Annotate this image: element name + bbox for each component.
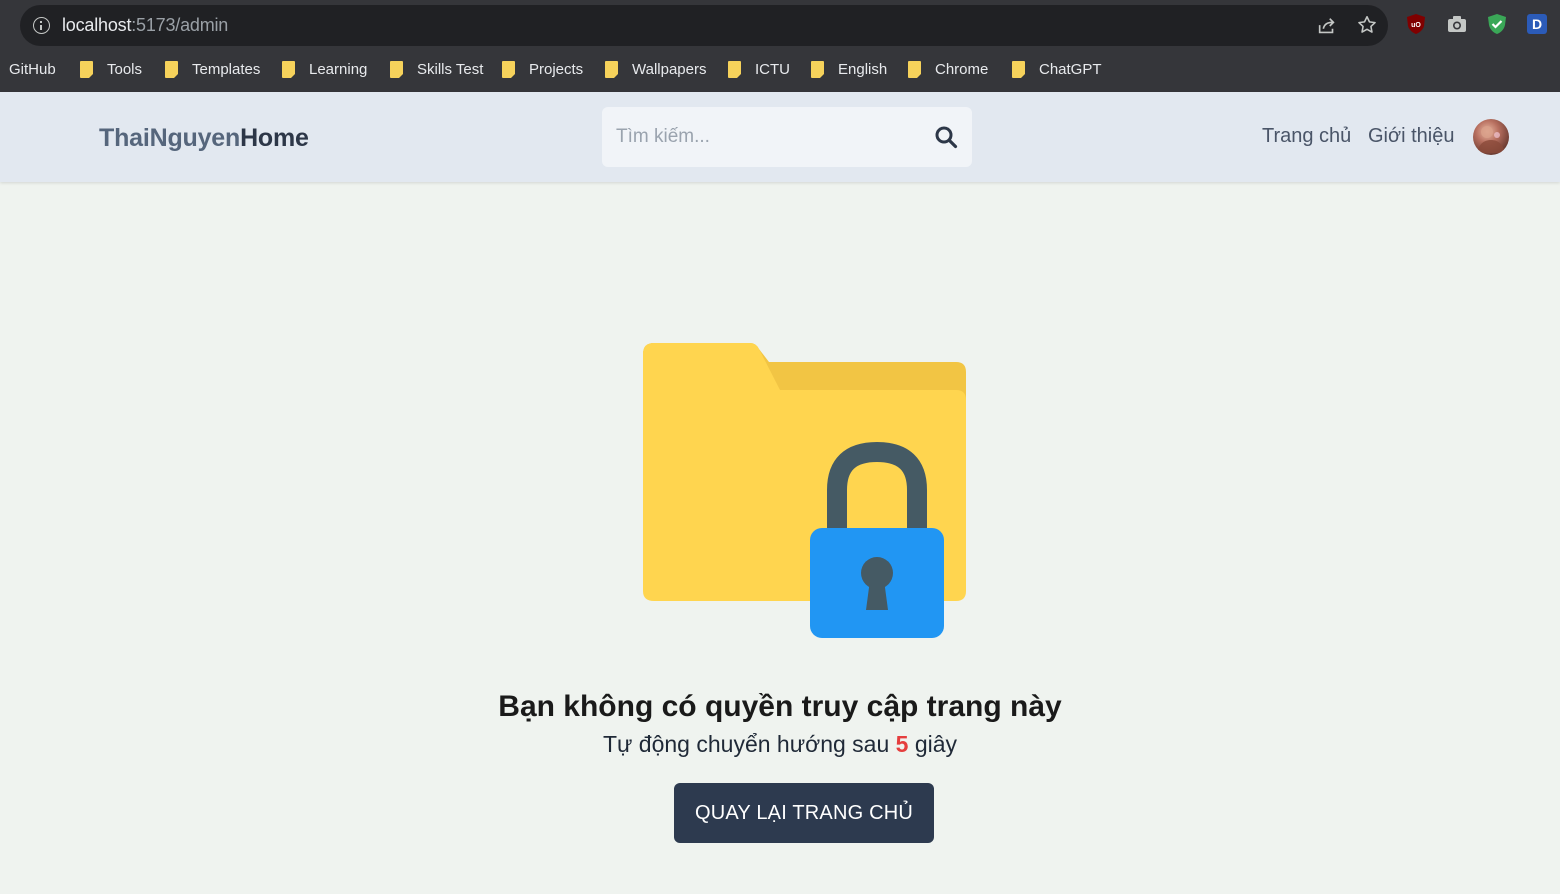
bookmark-folder-wallpapers[interactable]: Wallpapers bbox=[605, 55, 706, 83]
avatar-image bbox=[1477, 126, 1505, 153]
address-bar[interactable]: localhost:5173/admin bbox=[20, 5, 1388, 46]
bookmarks-bar: GitHub Tools Templates Learning Skills T… bbox=[0, 55, 1560, 83]
user-avatar[interactable] bbox=[1473, 119, 1509, 155]
back-home-button[interactable]: QUAY LẠI TRANG CHỦ bbox=[674, 783, 934, 843]
folder-icon bbox=[1012, 60, 1025, 78]
folder-icon bbox=[908, 60, 921, 78]
search-icon[interactable] bbox=[934, 125, 958, 149]
bookmark-label: Templates bbox=[192, 60, 261, 78]
bookmark-label: Chrome bbox=[935, 60, 989, 78]
browser-chrome: localhost:5173/admin uO D GitHub Tools T… bbox=[0, 0, 1560, 92]
bookmark-label: Projects bbox=[529, 60, 584, 78]
ublock-origin-icon[interactable]: uO bbox=[1405, 13, 1427, 35]
url-host: localhost bbox=[62, 15, 132, 35]
bookmark-folder-skills-test[interactable]: Skills Test bbox=[390, 55, 483, 83]
folder-icon bbox=[728, 60, 741, 78]
logo-part-1: ThaiNguyen bbox=[99, 124, 241, 152]
folder-icon bbox=[390, 60, 403, 78]
folder-icon bbox=[811, 60, 824, 78]
d-extension-label: D bbox=[1532, 16, 1542, 32]
bookmark-label: Skills Test bbox=[417, 60, 484, 78]
folder-icon bbox=[502, 60, 515, 78]
bookmark-folder-ictu[interactable]: ICTU bbox=[728, 55, 790, 83]
search-input[interactable] bbox=[616, 107, 916, 167]
bookmark-label: Wallpapers bbox=[632, 60, 707, 78]
logo-part-2: Home bbox=[240, 124, 309, 152]
folder-icon bbox=[80, 60, 93, 78]
folder-icon bbox=[165, 60, 178, 78]
bookmark-label: ChatGPT bbox=[1039, 60, 1102, 78]
redirect-countdown: 5 bbox=[895, 731, 909, 757]
bookmark-folder-tools[interactable]: Tools bbox=[80, 55, 142, 83]
d-extension-icon[interactable]: D bbox=[1526, 13, 1548, 35]
bookmark-label: Tools bbox=[107, 60, 143, 78]
shield-check-icon[interactable] bbox=[1486, 13, 1508, 35]
site-header: ThaiNguyenHome Trang chủ Giới thiệu bbox=[0, 92, 1560, 182]
folder-icon bbox=[605, 60, 618, 78]
bookmark-folder-english[interactable]: English bbox=[811, 55, 887, 83]
url-path: :5173/admin bbox=[131, 15, 229, 35]
bookmark-label: English bbox=[838, 60, 888, 78]
redirect-prefix: Tự động chuyển hướng sau bbox=[602, 731, 890, 757]
bookmark-github[interactable]: GitHub bbox=[9, 55, 56, 83]
nav-home-link[interactable]: Trang chủ bbox=[1262, 125, 1351, 148]
site-info-icon[interactable] bbox=[33, 17, 50, 34]
nav-about-link[interactable]: Giới thiệu bbox=[1368, 125, 1454, 148]
bookmark-folder-templates[interactable]: Templates bbox=[165, 55, 260, 83]
bookmark-label: ICTU bbox=[755, 60, 790, 78]
redirect-suffix: giây bbox=[914, 731, 958, 757]
search-box bbox=[602, 107, 972, 167]
share-icon[interactable] bbox=[1316, 15, 1338, 37]
bookmark-star-icon[interactable] bbox=[1356, 14, 1378, 36]
bookmark-label: Learning bbox=[309, 60, 368, 78]
bookmark-label: GitHub bbox=[9, 60, 56, 78]
camera-icon[interactable] bbox=[1446, 13, 1468, 35]
bookmark-folder-projects[interactable]: Projects bbox=[502, 55, 583, 83]
site-logo[interactable]: ThaiNguyenHome bbox=[99, 124, 309, 153]
bookmark-folder-chrome[interactable]: Chrome bbox=[908, 55, 988, 83]
url-text[interactable]: localhost:5173/admin bbox=[62, 15, 228, 36]
locked-folder-icon bbox=[643, 343, 966, 638]
bookmark-folder-chatgpt[interactable]: ChatGPT bbox=[1012, 55, 1102, 83]
redirect-message: Tự động chuyển hướng sau 5 giây bbox=[0, 731, 1560, 758]
access-denied-title: Bạn không có quyền truy cập trang này bbox=[498, 690, 1062, 723]
bookmark-folder-learning[interactable]: Learning bbox=[282, 55, 367, 83]
folder-icon bbox=[282, 60, 295, 78]
ublock-label: uO bbox=[1411, 22, 1421, 29]
